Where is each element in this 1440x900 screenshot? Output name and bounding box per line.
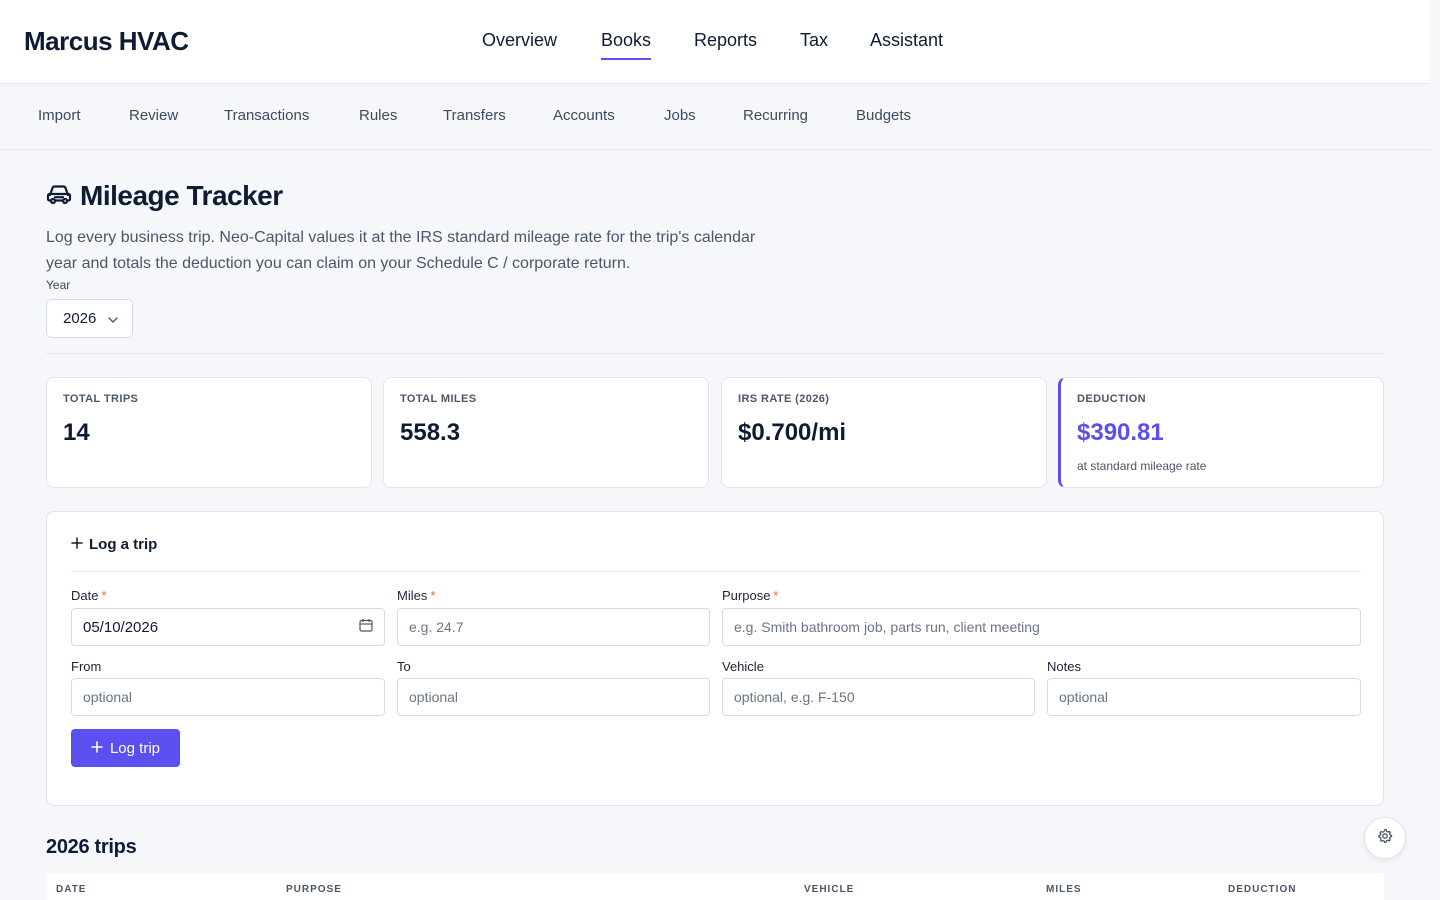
notes-label: Notes bbox=[1047, 659, 1081, 674]
stat-note: at standard mileage rate bbox=[1077, 459, 1207, 473]
top-bar: Marcus HVAC Overview Books Reports Tax A… bbox=[0, 0, 1430, 84]
nav-tax[interactable]: Tax bbox=[800, 30, 828, 57]
year-value: 2026 bbox=[63, 310, 97, 327]
stat-label: DEDUCTION bbox=[1077, 393, 1146, 405]
stat-card-total-miles: TOTAL MILES 558.3 bbox=[383, 377, 709, 488]
vehicle-label: Vehicle bbox=[722, 659, 764, 674]
subnav-review[interactable]: Review bbox=[129, 107, 178, 124]
subnav-transactions[interactable]: Transactions bbox=[224, 107, 309, 124]
column-miles[interactable]: MILES bbox=[1046, 884, 1082, 895]
purpose-input[interactable] bbox=[722, 608, 1361, 646]
miles-input[interactable] bbox=[397, 608, 710, 646]
chevron-down-icon bbox=[108, 310, 119, 327]
active-nav-indicator bbox=[601, 58, 652, 60]
log-trip-heading-text: Log a trip bbox=[89, 536, 158, 553]
page-description: Log every business trip. Neo-Capital val… bbox=[46, 229, 756, 272]
log-trip-button-label: Log trip bbox=[109, 739, 161, 757]
section-divider bbox=[46, 353, 1384, 354]
date-value: 05/10/2026 bbox=[83, 618, 159, 636]
column-deduction[interactable]: DEDUCTION bbox=[1228, 884, 1296, 895]
stat-value: $390.81 bbox=[1077, 419, 1164, 446]
log-trip-button[interactable]: Log trip bbox=[71, 729, 180, 767]
stat-label: TOTAL TRIPS bbox=[63, 393, 139, 405]
brand-name[interactable]: Marcus HVAC bbox=[24, 26, 189, 57]
miles-label-text: Miles bbox=[397, 588, 428, 603]
page-title: Mileage Tracker bbox=[46, 180, 283, 212]
year-select[interactable]: 2026 bbox=[46, 299, 133, 338]
page-heading: Mileage Tracker bbox=[80, 180, 283, 211]
year-label: Year bbox=[46, 278, 71, 292]
nav-books-label: Books bbox=[601, 30, 652, 50]
subnav-jobs[interactable]: Jobs bbox=[664, 107, 696, 124]
notes-input[interactable] bbox=[1047, 678, 1361, 716]
required-marker: * bbox=[101, 588, 107, 603]
settings-button[interactable] bbox=[1364, 817, 1406, 859]
miles-label: Miles * bbox=[397, 588, 435, 603]
calendar-icon[interactable] bbox=[359, 618, 373, 636]
column-vehicle[interactable]: VEHICLE bbox=[804, 884, 854, 895]
car-icon bbox=[46, 183, 72, 210]
subnav-budgets[interactable]: Budgets bbox=[856, 107, 911, 124]
subnav-recurring[interactable]: Recurring bbox=[743, 107, 808, 124]
stat-value: 14 bbox=[63, 419, 90, 446]
column-date[interactable]: DATE bbox=[56, 884, 86, 895]
nav-overview[interactable]: Overview bbox=[482, 30, 557, 57]
plus-icon bbox=[91, 740, 103, 757]
from-input[interactable] bbox=[71, 678, 385, 716]
purpose-label-text: Purpose bbox=[722, 588, 771, 603]
stat-card-irs-rate: IRS RATE (2026) $0.700/mi bbox=[721, 377, 1047, 488]
gear-icon bbox=[1377, 828, 1393, 849]
purpose-label: Purpose * bbox=[722, 588, 778, 603]
sub-nav: Import Review Transactions Rules Transfe… bbox=[0, 84, 1430, 150]
plus-icon bbox=[71, 536, 83, 553]
stat-value: 558.3 bbox=[400, 419, 461, 446]
subnav-import[interactable]: Import bbox=[38, 107, 81, 124]
to-input[interactable] bbox=[397, 678, 710, 716]
trips-title: 2026 trips bbox=[46, 836, 137, 858]
nav-reports[interactable]: Reports bbox=[694, 30, 757, 57]
log-trip-form: Log a trip Date * Miles * Purpose * 05/10/2… bbox=[46, 511, 1384, 806]
subnav-transfers[interactable]: Transfers bbox=[443, 107, 506, 124]
nav-assistant[interactable]: Assistant bbox=[870, 30, 943, 57]
date-field[interactable]: 05/10/2026 bbox=[71, 608, 385, 646]
subnav-rules[interactable]: Rules bbox=[359, 107, 397, 124]
required-marker: * bbox=[773, 588, 779, 603]
required-marker: * bbox=[430, 588, 436, 603]
nav-books[interactable]: Books bbox=[601, 30, 652, 60]
column-purpose[interactable]: PURPOSE bbox=[286, 884, 342, 895]
form-divider bbox=[71, 571, 1361, 572]
stat-label: IRS RATE (2026) bbox=[738, 393, 830, 405]
date-label-text: Date bbox=[71, 588, 99, 603]
vehicle-input[interactable] bbox=[722, 678, 1035, 716]
stat-value: $0.700/mi bbox=[738, 419, 847, 446]
date-label: Date * bbox=[71, 588, 107, 603]
stat-card-total-trips: TOTAL TRIPS 14 bbox=[46, 377, 372, 488]
from-label: From bbox=[71, 659, 102, 674]
stat-card-deduction: DEDUCTION $390.81 at standard mileage ra… bbox=[1058, 377, 1384, 488]
trips-table-header: DATE PURPOSE VEHICLE MILES DEDUCTION bbox=[46, 873, 1384, 900]
subnav-accounts[interactable]: Accounts bbox=[553, 107, 615, 124]
to-label: To bbox=[397, 659, 411, 674]
stat-label: TOTAL MILES bbox=[400, 393, 477, 405]
log-trip-heading: Log a trip bbox=[71, 536, 157, 553]
